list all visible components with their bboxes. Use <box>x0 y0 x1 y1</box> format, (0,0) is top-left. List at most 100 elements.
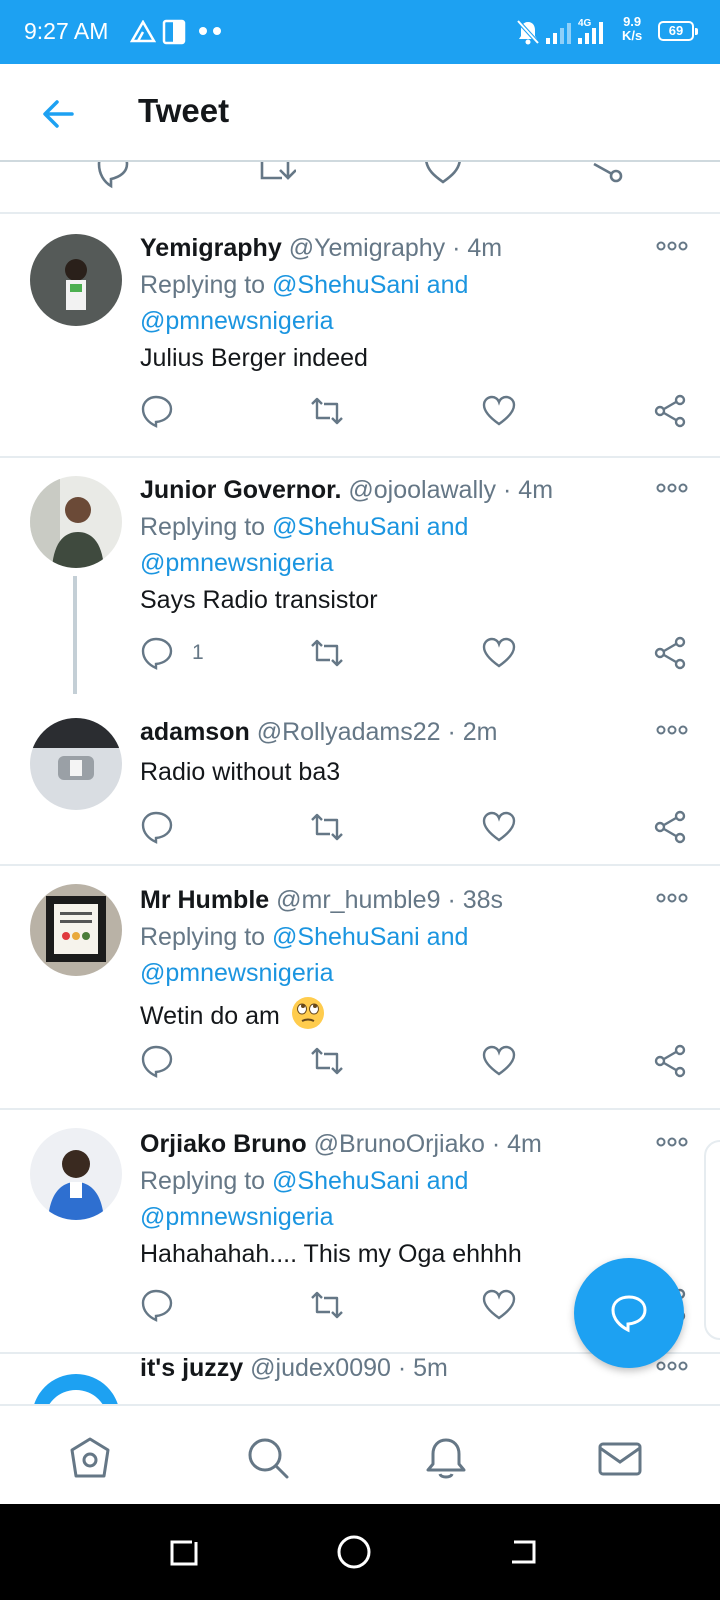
like-icon[interactable] <box>424 162 462 190</box>
replying-to-prefix: Replying to <box>140 923 266 951</box>
display-name[interactable]: Junior Governor. <box>140 476 341 504</box>
retweet-icon[interactable] <box>310 636 344 670</box>
network-type-label: 4G <box>578 18 592 29</box>
top-app-bar: Tweet <box>0 64 720 162</box>
share-icon[interactable] <box>590 162 628 190</box>
display-name[interactable]: Orjiako Bruno <box>140 1130 307 1158</box>
retweet-icon[interactable] <box>310 810 344 844</box>
messages-icon[interactable] <box>598 1436 642 1480</box>
retweet-icon[interactable] <box>258 162 296 190</box>
like-icon[interactable] <box>482 1044 516 1078</box>
user-handle[interactable]: @BrunoOrjiako <box>314 1130 485 1158</box>
battery-indicator: 69 <box>658 21 698 41</box>
replying-to-link[interactable]: @pmnewsnigeria <box>140 549 334 577</box>
more-options-icon[interactable] <box>656 724 688 736</box>
tweet[interactable]: Junior Governor. @ojoolawally · 4m Reply… <box>0 458 720 694</box>
retweet-icon[interactable] <box>310 1288 344 1322</box>
more-options-icon[interactable] <box>656 1136 688 1148</box>
system-navigation-bar <box>0 1504 720 1600</box>
display-name[interactable]: adamson <box>140 718 250 746</box>
dots-icon <box>199 27 221 35</box>
replying-to-link[interactable]: @ShehuSani and <box>272 271 468 299</box>
user-handle[interactable]: @mr_humble9 <box>276 886 440 914</box>
display-name[interactable]: it's juzzy <box>140 1354 243 1382</box>
replying-to-link[interactable]: @pmnewsnigeria <box>140 307 334 335</box>
user-handle[interactable]: @Yemigraphy <box>289 234 445 262</box>
reply-icon <box>611 1295 647 1333</box>
network-speed-unit: K/s <box>622 28 643 43</box>
home-icon[interactable] <box>68 1436 112 1480</box>
avatar[interactable] <box>30 884 122 976</box>
tweet-time: · 4m <box>503 476 554 504</box>
mute-icon <box>516 19 540 45</box>
search-icon[interactable] <box>246 1436 290 1480</box>
reply-count: 1 <box>192 641 204 664</box>
signal-icon <box>546 23 571 44</box>
more-options-icon[interactable] <box>656 240 688 252</box>
more-options-icon[interactable] <box>656 1360 688 1372</box>
user-handle[interactable]: @ojoolawally <box>348 476 496 504</box>
face-with-rolling-eyes-icon <box>291 997 324 1029</box>
like-icon[interactable] <box>482 394 516 428</box>
drive-icon <box>130 20 156 43</box>
more-options-icon[interactable] <box>656 892 688 904</box>
avatar[interactable] <box>30 1128 122 1220</box>
like-icon[interactable] <box>482 810 516 844</box>
like-icon[interactable] <box>482 636 516 670</box>
home-button-icon[interactable] <box>336 1534 372 1570</box>
replying-to-prefix: Replying to <box>140 513 266 541</box>
recent-apps-icon[interactable] <box>166 1534 202 1570</box>
display-name[interactable]: Yemigraphy <box>140 234 282 262</box>
reply-icon[interactable] <box>140 1288 174 1322</box>
like-icon[interactable] <box>482 1288 516 1322</box>
tweet-actions <box>0 394 720 430</box>
share-icon[interactable] <box>654 1044 688 1078</box>
replying-to: Replying to @ShehuSani and @pmnewsnigeri… <box>140 509 660 581</box>
replying-to-link[interactable]: @ShehuSani and <box>272 1167 468 1195</box>
tweet-header: adamson @Rollyadams22 · 2m <box>140 718 497 747</box>
reply-icon[interactable] <box>140 1044 174 1078</box>
notifications-icon[interactable] <box>424 1436 468 1480</box>
retweet-icon[interactable] <box>310 1044 344 1078</box>
replying-to-link[interactable]: @pmnewsnigeria <box>140 959 334 987</box>
replying-to-link[interactable]: @pmnewsnigeria <box>140 1203 334 1231</box>
bottom-navigation <box>0 1404 720 1504</box>
tweet[interactable]: adamson @Rollyadams22 · 2m Radio without… <box>0 694 720 866</box>
reply-icon[interactable] <box>140 636 174 670</box>
avatar[interactable] <box>30 1372 122 1404</box>
compose-reply-button[interactable] <box>574 1258 684 1368</box>
user-handle[interactable]: @Rollyadams22 <box>257 718 441 746</box>
tweet-time: · 2m <box>447 718 498 746</box>
reply-icon[interactable] <box>140 394 174 428</box>
status-time: 9:27 AM <box>24 18 109 44</box>
replying-to-link[interactable]: @ShehuSani and <box>272 513 468 541</box>
back-button-icon[interactable] <box>506 1534 542 1570</box>
user-handle[interactable]: @judex0090 <box>250 1354 391 1382</box>
signal-4g-icon: 4G <box>578 18 603 44</box>
share-icon[interactable] <box>654 810 688 844</box>
tweet-actions <box>0 810 720 846</box>
tweet-text: Says Radio transistor <box>140 586 378 614</box>
replying-to-link[interactable]: @ShehuSani and <box>272 923 468 951</box>
arrow-left-icon[interactable] <box>38 94 78 134</box>
avatar[interactable] <box>30 234 122 326</box>
tweet-time: · 4m <box>452 234 503 262</box>
avatar[interactable] <box>30 718 122 810</box>
tweet-text: Julius Berger indeed <box>140 344 368 372</box>
edge-panel-handle[interactable] <box>704 1140 720 1340</box>
more-options-icon[interactable] <box>656 482 688 494</box>
page-title: Tweet <box>138 92 230 129</box>
retweet-icon[interactable] <box>310 394 344 428</box>
status-bar: 9:27 AM 4G 9.9 K/s 69 <box>0 0 720 64</box>
avatar[interactable] <box>30 476 122 568</box>
share-icon[interactable] <box>654 394 688 428</box>
tweet[interactable]: Mr Humble @mr_humble9 · 38s Replying to … <box>0 866 720 1110</box>
display-name[interactable]: Mr Humble <box>140 886 269 914</box>
tweet-header: Yemigraphy @Yemigraphy · 4m <box>140 234 502 263</box>
reply-icon[interactable] <box>94 162 132 190</box>
tweet-time: · 5m <box>397 1354 448 1382</box>
share-icon[interactable] <box>654 636 688 670</box>
tweet[interactable]: Yemigraphy @Yemigraphy · 4m Replying to … <box>0 214 720 458</box>
reply-icon[interactable] <box>140 810 174 844</box>
tweet-header: Junior Governor. @ojoolawally · 4m <box>140 476 553 505</box>
